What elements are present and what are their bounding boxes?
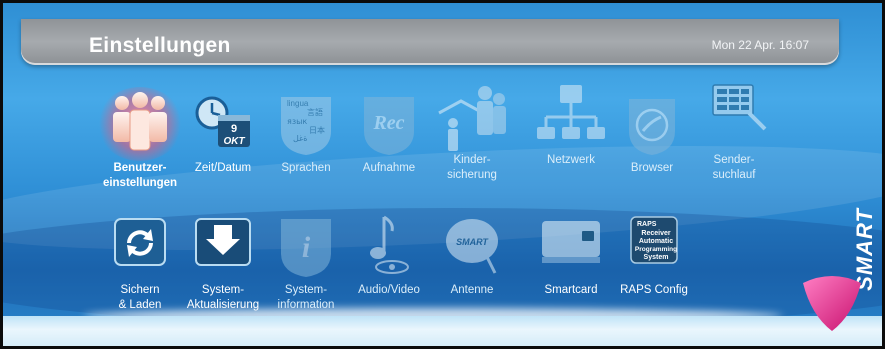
- menu-item-parental-control[interactable]: Kinder- sicherung: [424, 83, 520, 183]
- browser-globe-icon: [617, 91, 687, 157]
- menu-label: RAPS Config: [620, 284, 688, 296]
- svg-text:Receiver: Receiver: [641, 230, 670, 237]
- menu-item-backup-restore[interactable]: Sichern & Laden: [92, 213, 188, 313]
- svg-text:ةغل: ةغل: [293, 134, 307, 143]
- parental-lock-icon: [437, 83, 507, 157]
- date-time: Mon 22 Apr. 16:07: [711, 38, 809, 52]
- menu-label: Benutzer- einstellungen: [102, 162, 178, 189]
- menu-label: Sprachen: [281, 162, 331, 174]
- languages-icon: lingua 言語 язык 日本 ةغل: [271, 91, 341, 157]
- svg-text:Rec: Rec: [372, 112, 404, 134]
- menu-item-system-info[interactable]: i System- information: [258, 213, 354, 313]
- menu-label: System- Aktualisierung: [186, 284, 260, 311]
- svg-text:Automatic: Automatic: [639, 238, 673, 245]
- menu-item-antenna[interactable]: SMART Antenne: [424, 213, 520, 298]
- network-icon: [536, 83, 606, 157]
- menu-item-audio-video[interactable]: Audio/Video: [341, 213, 437, 298]
- menu-item-recording[interactable]: Rec Aufnahme: [341, 91, 437, 176]
- svg-text:日本: 日本: [309, 125, 325, 135]
- menu-item-channel-search[interactable]: Sender- suchlauf: [686, 83, 782, 183]
- svg-text:Programming: Programming: [635, 246, 677, 253]
- users-icon: [97, 87, 183, 161]
- svg-text:lingua: lingua: [287, 99, 309, 108]
- backup-restore-icon: [105, 213, 175, 279]
- menu-label: Zeit/Datum: [194, 162, 252, 174]
- smartcard-icon: [536, 213, 606, 279]
- menu-label: System- information: [277, 284, 335, 311]
- svg-text:9: 9: [231, 123, 237, 135]
- svg-text:i: i: [302, 231, 311, 264]
- clock-calendar-icon: 9 OKT: [188, 91, 258, 157]
- menu-item-user-settings[interactable]: Benutzer- einstellungen: [92, 87, 188, 191]
- svg-text:RAPS: RAPS: [637, 221, 657, 228]
- satellite-dish-icon: SMART: [437, 213, 507, 279]
- menu-label: Sender- suchlauf: [712, 154, 756, 181]
- svg-text:SMART: SMART: [456, 237, 489, 247]
- menu-item-languages[interactable]: lingua 言語 язык 日本 ةغل Sprachen: [258, 91, 354, 176]
- header-bar: Einstellungen Mon 22 Apr. 16:07: [21, 19, 839, 65]
- info-icon: i: [271, 213, 341, 279]
- system-update-icon: [188, 213, 258, 279]
- svg-text:язык: язык: [287, 117, 307, 126]
- record-icon: Rec: [354, 91, 424, 157]
- menu-item-system-update[interactable]: System- Aktualisierung: [175, 213, 271, 313]
- bottom-bar: [3, 316, 882, 346]
- svg-text:System: System: [644, 254, 669, 261]
- menu-label: Sichern & Laden: [118, 284, 162, 311]
- menu-label: Kinder- sicherung: [447, 154, 497, 181]
- channel-search-icon: [699, 83, 769, 157]
- menu-label: Antenne: [450, 284, 494, 296]
- svg-text:OKT: OKT: [223, 136, 245, 147]
- menu-item-time-date[interactable]: 9 OKT Zeit/Datum: [175, 91, 271, 176]
- menu-label: Aufnahme: [362, 162, 416, 174]
- menu-label: Audio/Video: [358, 284, 420, 296]
- menu-item-smartcard[interactable]: Smartcard: [523, 213, 619, 298]
- page-title: Einstellungen: [89, 34, 231, 57]
- audio-video-icon: [354, 213, 424, 279]
- menu-label: Smartcard: [544, 284, 598, 296]
- svg-text:言語: 言語: [307, 107, 323, 117]
- raps-config-icon: RAPS Receiver Automatic Programming Syst…: [619, 213, 689, 279]
- brand-badge-icon: [799, 271, 865, 333]
- settings-screen: Einstellungen Mon 22 Apr. 16:07 Benutzer…: [0, 0, 885, 349]
- menu-item-raps-config[interactable]: RAPS Receiver Automatic Programming Syst…: [606, 213, 702, 298]
